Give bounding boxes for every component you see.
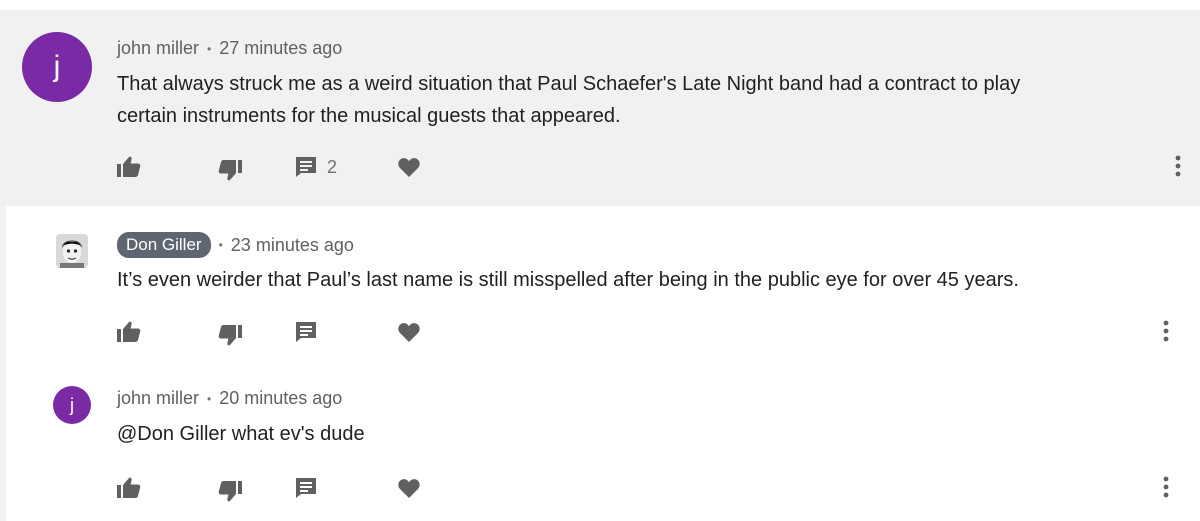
like-button[interactable] (117, 153, 141, 181)
comment-header: john miller • 27 minutes ago (117, 38, 342, 59)
comment-item: j john miller • 27 minutes ago That alwa… (0, 10, 1200, 206)
author-name[interactable]: john miller (117, 388, 199, 409)
comment-text: It’s even weirder that Paul’s last name … (117, 264, 1019, 296)
profile-photo-icon (56, 234, 88, 268)
heart-button[interactable] (398, 318, 420, 346)
comment-header: Don Giller • 23 minutes ago (117, 232, 354, 258)
avatar-letter: j (53, 50, 61, 83)
avatar-letter: j (70, 394, 74, 415)
heart-icon (398, 158, 420, 177)
more-actions-button[interactable] (1175, 155, 1181, 182)
reply-item: Don Giller • 23 minutes ago It’s even we… (0, 206, 1200, 364)
comment-header: john miller • 20 minutes ago (117, 388, 342, 409)
comment-text: That always struck me as a weird situati… (117, 68, 1020, 132)
comment-thread: j john miller • 27 minutes ago That alwa… (0, 0, 1200, 521)
thumbs-down-icon (218, 160, 242, 181)
comment-text-line: @Don Giller what ev's dude (117, 423, 365, 445)
like-button[interactable] (117, 318, 141, 346)
comment-text-line: That always struck me as a weird situati… (117, 73, 1021, 95)
heart-icon (398, 479, 420, 498)
author-name[interactable]: john miller (117, 38, 199, 59)
author-name-badge[interactable]: Don Giller (117, 232, 211, 258)
heart-button[interactable] (398, 153, 420, 181)
reply-button[interactable] (295, 474, 317, 502)
comment-icon (296, 322, 316, 342)
comment-icon (296, 478, 316, 498)
more-vert-icon (1163, 320, 1169, 342)
more-actions-button[interactable] (1163, 476, 1169, 503)
avatar[interactable]: j (22, 32, 92, 102)
avatar[interactable]: j (53, 386, 91, 424)
dislike-button[interactable] (218, 477, 242, 505)
comment-icon (296, 157, 316, 177)
comment-actions: 2 (117, 153, 1187, 183)
thumbs-up-icon (117, 321, 141, 342)
more-vert-icon (1163, 476, 1169, 498)
reply-count: 2 (327, 156, 338, 177)
reply-button[interactable] (295, 318, 317, 346)
timestamp[interactable]: 20 minutes ago (219, 388, 342, 409)
reply-button[interactable]: 2 (295, 153, 337, 181)
thumbs-down-icon (218, 481, 242, 502)
separator-dot: • (218, 238, 223, 252)
reply-item: j john miller • 20 minutes ago @Don Gill… (0, 364, 1200, 521)
avatar[interactable] (56, 234, 88, 268)
timestamp[interactable]: 23 minutes ago (231, 235, 354, 256)
comment-text-line: It’s even weirder that Paul’s last name … (117, 269, 1019, 291)
timestamp[interactable]: 27 minutes ago (219, 38, 342, 59)
thumbs-up-icon (117, 477, 141, 498)
comment-actions (117, 318, 1187, 348)
dislike-button[interactable] (218, 321, 242, 349)
comment-text-line: certain instruments for the musical gues… (117, 105, 621, 127)
heart-button[interactable] (398, 474, 420, 502)
dislike-button[interactable] (218, 156, 242, 184)
separator-dot: • (207, 391, 212, 406)
more-vert-icon (1175, 155, 1181, 177)
comment-actions (117, 474, 1187, 504)
thumbs-up-icon (117, 156, 141, 177)
like-button[interactable] (117, 474, 141, 502)
heart-icon (398, 323, 420, 342)
more-actions-button[interactable] (1163, 320, 1169, 347)
separator-dot: • (207, 41, 212, 56)
comment-text: @Don Giller what ev's dude (117, 418, 365, 450)
thumbs-down-icon (218, 325, 242, 346)
